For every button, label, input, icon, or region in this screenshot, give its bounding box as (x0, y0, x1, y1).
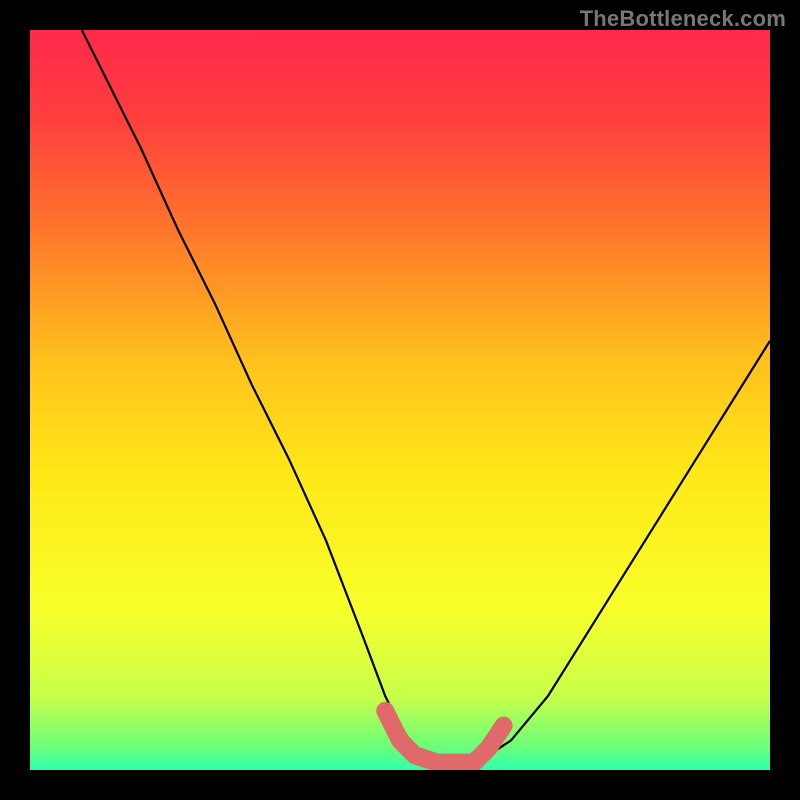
chart-frame: TheBottleneck.com (0, 0, 800, 800)
watermark-text: TheBottleneck.com (580, 6, 786, 32)
gradient-background (30, 30, 770, 770)
chart-svg (30, 30, 770, 770)
plot-area (30, 30, 770, 770)
